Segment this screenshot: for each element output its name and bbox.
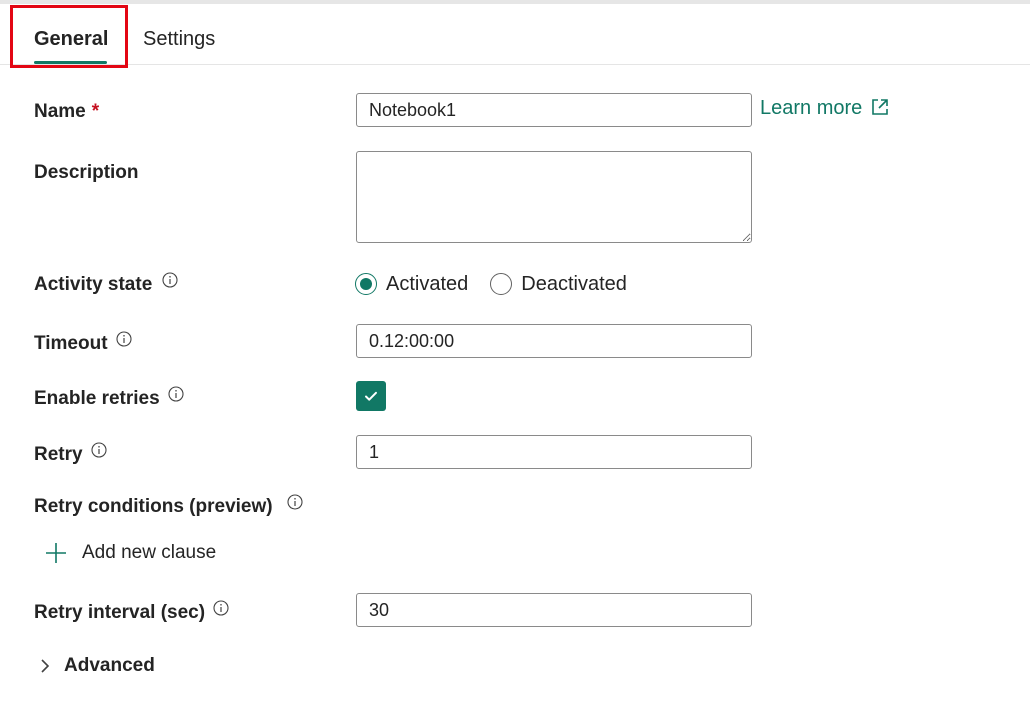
name-input[interactable] [356,93,752,127]
highlight-box [10,5,128,68]
enable-retries-checkbox[interactable] [356,381,386,411]
timeout-label-text: Timeout [34,333,108,354]
radio-deactivated[interactable]: Deactivated [490,273,627,296]
radio-activated-circle [355,273,377,295]
info-icon[interactable] [287,494,303,510]
learn-more-label: Learn more [760,97,863,119]
activity-state-radio-group: Activated Deactivated [355,270,649,298]
radio-deactivated-circle [490,273,513,295]
enable-retries-label: Enable retries [34,385,184,413]
description-textarea[interactable] [356,151,752,243]
radio-selected-dot [360,278,372,290]
info-icon[interactable] [115,331,132,347]
add-new-clause-button[interactable]: Add new clause [44,538,216,568]
activity-state-label: Activity state [34,271,178,299]
advanced-expander[interactable]: Advanced [38,651,155,681]
retry-input[interactable] [356,435,752,469]
retry-interval-label: Retry interval (sec) [34,599,229,627]
chevron-right-icon [41,659,50,673]
name-label-text: Name [34,101,86,122]
retry-label-text: Retry [34,444,83,465]
external-link-icon [872,99,889,115]
name-label: Name * [34,98,99,126]
retry-interval-input[interactable] [356,593,752,627]
radio-deactivated-label: Deactivated [521,272,627,295]
timeout-label: Timeout [34,330,132,358]
description-label-text: Description [34,162,139,183]
enable-retries-label-text: Enable retries [34,388,160,409]
retry-conditions-label: Retry conditions (preview) [34,493,303,521]
info-icon[interactable] [162,272,178,288]
description-label: Description [34,159,139,187]
radio-activated-label: Activated [386,272,469,295]
timeout-input[interactable] [356,324,752,358]
learn-more-link[interactable]: Learn more [760,94,890,122]
required-marker: * [91,101,100,122]
checkmark-icon [365,391,377,401]
info-icon[interactable] [213,600,229,616]
info-icon[interactable] [168,386,184,402]
retry-conditions-label-text: Retry conditions (preview) [34,496,273,517]
tab-settings[interactable]: Settings [143,24,215,54]
tab-bar: General Settings [0,4,1030,65]
retry-interval-label-text: Retry interval (sec) [34,602,206,623]
radio-activated[interactable]: Activated [355,273,468,296]
info-icon[interactable] [91,442,107,458]
plus-icon [46,543,66,563]
retry-label: Retry [34,441,107,469]
activity-state-label-text: Activity state [34,274,153,295]
add-new-clause-label: Add new clause [82,542,217,563]
advanced-label: Advanced [64,655,155,676]
